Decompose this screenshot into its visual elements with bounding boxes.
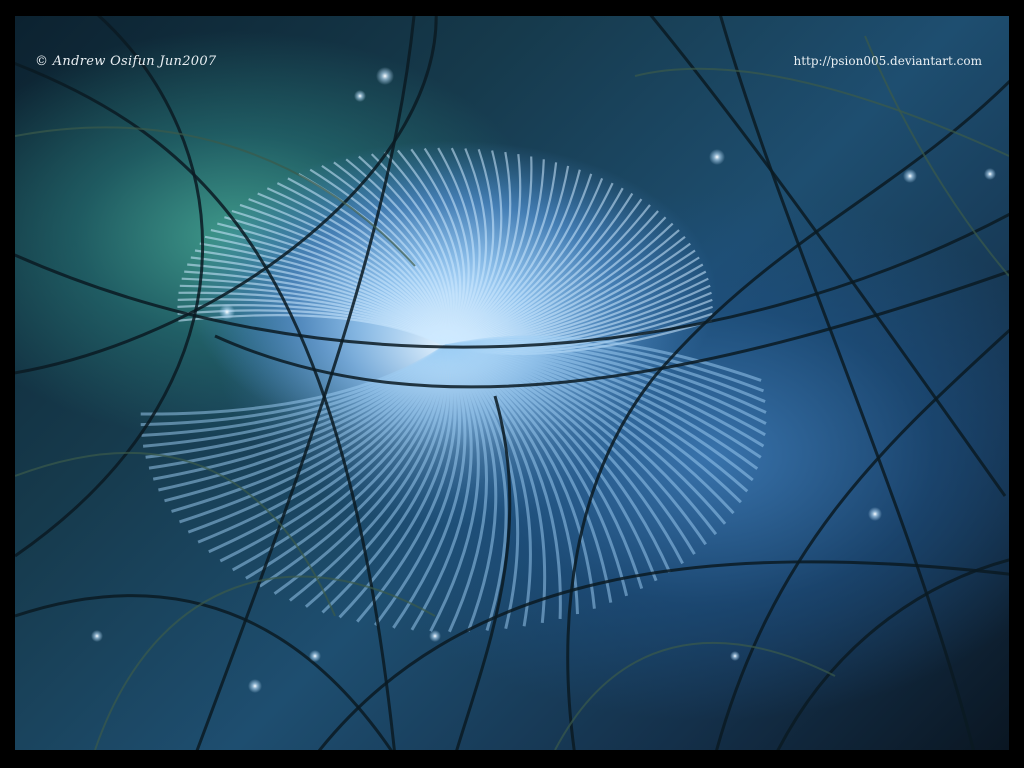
- artist-signature: © Andrew Osifun Jun2007: [35, 54, 217, 69]
- artist-url: http://psion005.deviantart.com: [793, 54, 983, 68]
- fractal-lines: [15, 16, 1009, 750]
- image-frame: © Andrew Osifun Jun2007 http://psion005.…: [0, 0, 1024, 768]
- fractal-artwork: © Andrew Osifun Jun2007 http://psion005.…: [15, 16, 1009, 750]
